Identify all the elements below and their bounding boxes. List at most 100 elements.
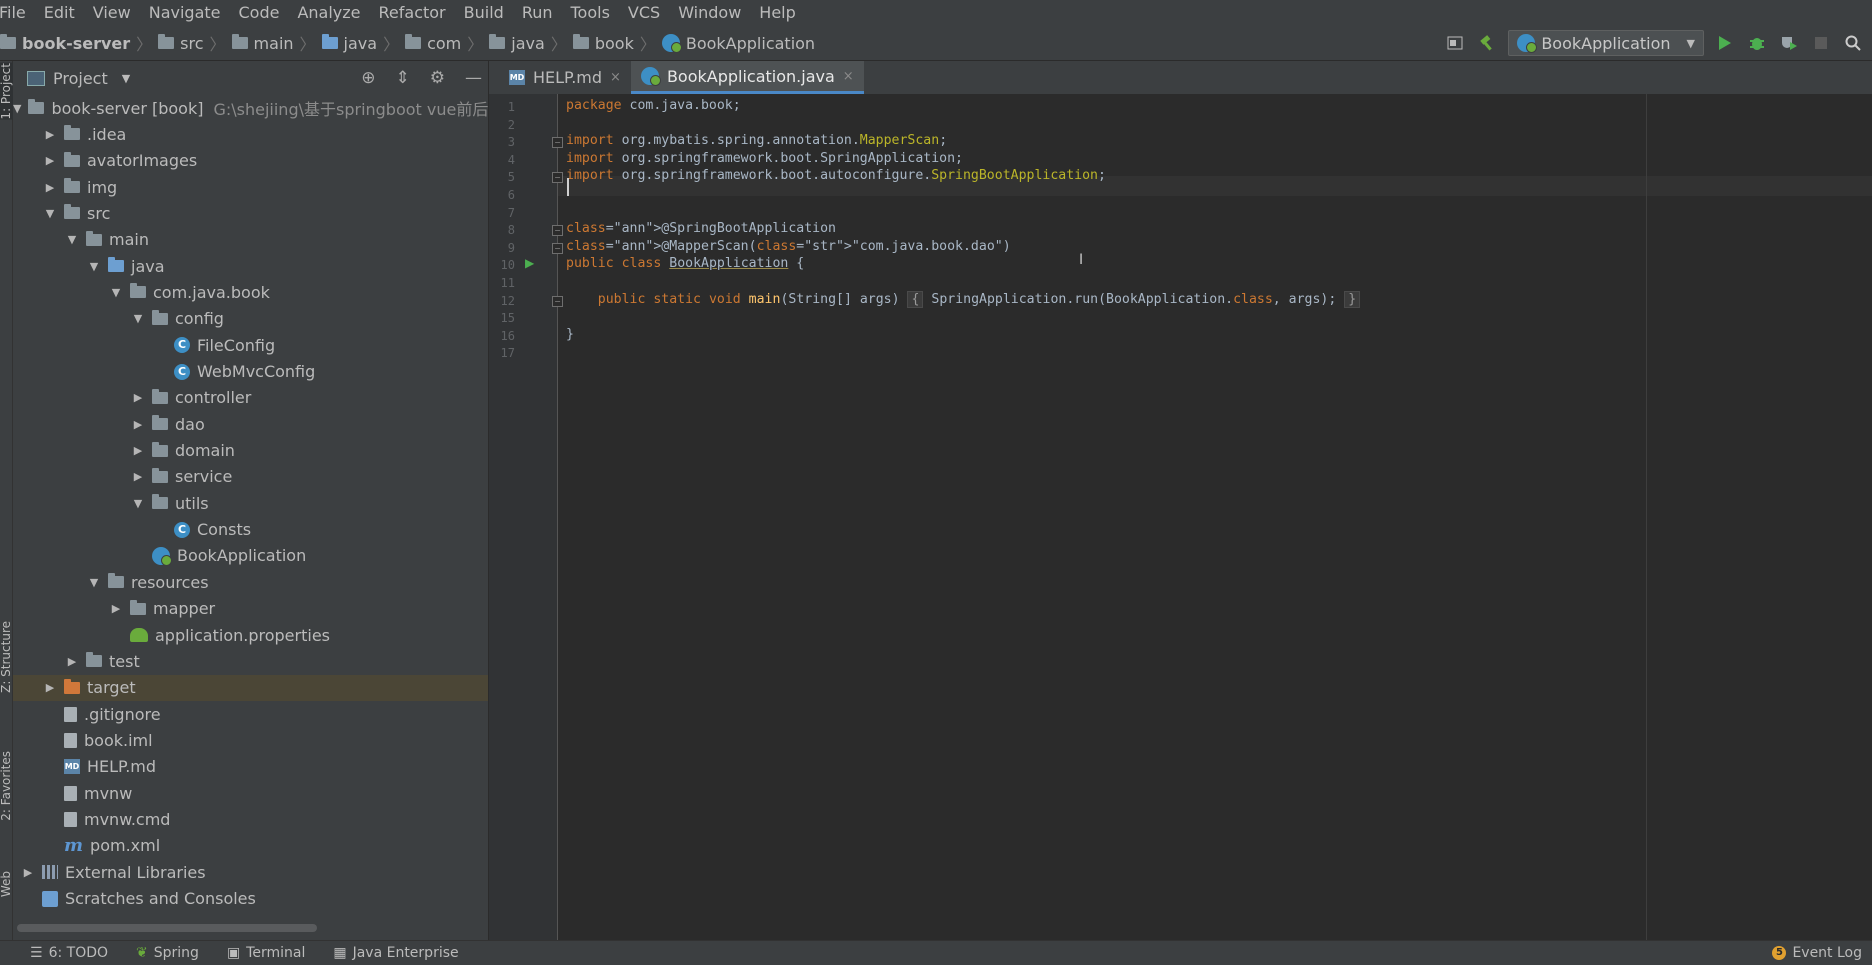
tree-node[interactable]: mvnw.cmd — [13, 806, 488, 832]
tree-node[interactable]: ▼ resources — [13, 569, 488, 595]
fold-marker-icon[interactable]: − — [552, 172, 563, 184]
breadcrumb-item[interactable]: main — [228, 34, 298, 53]
breadcrumb-item[interactable]: java — [485, 34, 549, 53]
code-line[interactable]: class="ann">@MapperScan(class="str">"com… — [566, 239, 1011, 254]
project-view-selector[interactable]: Project ▼ — [27, 69, 130, 88]
event-log-button[interactable]: 5 Event Log — [1772, 941, 1862, 965]
locate-file-icon[interactable]: ⊕ — [361, 68, 375, 88]
tree-node[interactable]: ▶ domain — [13, 438, 488, 464]
tree-node[interactable]: ▶ dao — [13, 411, 488, 437]
code-line[interactable]: import org.springframework.boot.SpringAp… — [566, 151, 963, 166]
menu-vcs[interactable]: VCS — [619, 0, 669, 26]
collapse-arrow-icon[interactable]: ▶ — [109, 602, 123, 615]
code-line[interactable]: import org.mybatis.spring.annotation.Map… — [566, 133, 947, 148]
expand-arrow-icon[interactable]: ▼ — [131, 497, 145, 510]
menu-analyze[interactable]: Analyze — [288, 0, 369, 26]
tree-node[interactable]: ▶ avatorImages — [13, 148, 488, 174]
tree-node[interactable]: ▶ service — [13, 464, 488, 490]
horizontal-scrollbar[interactable] — [17, 924, 317, 932]
expand-arrow-icon[interactable]: ▼ — [87, 260, 101, 273]
gear-icon[interactable]: ⚙ — [430, 68, 445, 88]
breadcrumb-item[interactable]: java — [318, 34, 382, 53]
tree-node[interactable]: ▶ img — [13, 174, 488, 200]
menu-window[interactable]: Window — [669, 0, 750, 26]
close-tab-icon[interactable]: × — [610, 70, 621, 85]
tree-node[interactable]: C Consts — [13, 517, 488, 543]
tree-node[interactable]: Scratches and Consoles — [13, 886, 488, 912]
expand-arrow-icon[interactable]: ▼ — [65, 233, 79, 246]
menu-tools[interactable]: Tools — [562, 0, 619, 26]
breadcrumb-item[interactable]: com — [401, 34, 465, 53]
collapse-arrow-icon[interactable]: ▶ — [43, 128, 57, 141]
tree-node[interactable]: book.iml — [13, 727, 488, 753]
editor-tab[interactable]: MD HELP.md × — [499, 61, 631, 94]
tree-node[interactable]: .gitignore — [13, 701, 488, 727]
code-line[interactable]: package com.java.book; — [566, 98, 741, 113]
breadcrumb-item[interactable]: BookApplication — [658, 34, 819, 53]
tree-node[interactable]: ▶ External Libraries — [13, 859, 488, 885]
tree-node[interactable]: ▼ src — [13, 200, 488, 226]
expand-arrow-icon[interactable]: ▼ — [131, 312, 145, 325]
code-line[interactable]: } — [566, 327, 574, 342]
tree-node[interactable]: MD HELP.md — [13, 754, 488, 780]
fold-marker-icon[interactable]: − — [552, 137, 563, 149]
menu-refactor[interactable]: Refactor — [370, 0, 455, 26]
tree-node[interactable]: C FileConfig — [13, 332, 488, 358]
tree-node[interactable]: ▼ utils — [13, 490, 488, 516]
project-tool-tab[interactable]: 1: Project — [0, 63, 13, 120]
tree-node[interactable]: ▼ com.java.book — [13, 279, 488, 305]
code-line[interactable]: public class BookApplication { — [566, 256, 804, 271]
collapse-all-icon[interactable]: ⇕ — [396, 68, 410, 88]
collapse-arrow-icon[interactable]: ▶ — [21, 866, 35, 879]
menu-build[interactable]: Build — [455, 0, 513, 26]
expand-arrow-icon[interactable]: ▼ — [13, 102, 21, 115]
menu-run[interactable]: Run — [513, 0, 562, 26]
stop-icon[interactable] — [1810, 32, 1832, 54]
tree-node[interactable]: ▼ java — [13, 253, 488, 279]
run-configuration-select[interactable]: BookApplication ▼ — [1508, 30, 1704, 56]
menu-file[interactable]: File — [0, 0, 35, 26]
run-with-coverage-icon[interactable] — [1778, 32, 1800, 54]
debug-icon[interactable] — [1746, 32, 1768, 54]
code-line[interactable]: import org.springframework.boot.autoconf… — [566, 168, 1106, 183]
collapse-arrow-icon[interactable]: ▶ — [65, 655, 79, 668]
tree-node[interactable]: application.properties — [13, 622, 488, 648]
fold-marker-icon[interactable]: − — [552, 295, 563, 307]
todo-tool-button[interactable]: ☰ 6: TODO — [0, 945, 122, 961]
fold-marker-icon[interactable]: − — [552, 242, 563, 254]
collapse-arrow-icon[interactable]: ▶ — [43, 681, 57, 694]
run-gutter-icon[interactable]: ▶ — [525, 256, 534, 270]
tree-node[interactable]: ▼ config — [13, 306, 488, 332]
breadcrumb-item[interactable]: book — [569, 34, 638, 53]
tree-node[interactable]: ▶ .idea — [13, 121, 488, 147]
expand-arrow-icon[interactable]: ▼ — [109, 286, 123, 299]
collapse-arrow-icon[interactable]: ▶ — [131, 391, 145, 404]
build-hammer-icon[interactable] — [1476, 32, 1498, 54]
code-line[interactable]: class="ann">@SpringBootApplication — [566, 221, 836, 236]
run-icon[interactable] — [1714, 32, 1736, 54]
breadcrumb-item[interactable]: book-server — [0, 34, 134, 53]
expand-arrow-icon[interactable]: ▼ — [43, 207, 57, 220]
tree-node[interactable]: ▶ mapper — [13, 596, 488, 622]
tree-node[interactable]: BookApplication — [13, 543, 488, 569]
collapse-arrow-icon[interactable]: ▶ — [131, 470, 145, 483]
java-enterprise-tool-button[interactable]: ▦ Java Enterprise — [319, 945, 472, 961]
breadcrumb-item[interactable]: src — [154, 34, 207, 53]
menu-view[interactable]: View — [84, 0, 140, 26]
tree-node[interactable]: m pom.xml — [13, 833, 488, 859]
menu-edit[interactable]: Edit — [35, 0, 84, 26]
tree-node[interactable]: ▶ controller — [13, 385, 488, 411]
close-tab-icon[interactable]: × — [843, 69, 854, 84]
tree-node[interactable]: ▼ main — [13, 227, 488, 253]
project-structure-icon[interactable] — [1444, 32, 1466, 54]
collapse-arrow-icon[interactable]: ▶ — [131, 444, 145, 457]
favorites-tool-tab[interactable]: 2: Favorites — [0, 751, 13, 821]
menu-help[interactable]: Help — [750, 0, 804, 26]
search-icon[interactable] — [1842, 32, 1864, 54]
structure-tool-tab[interactable]: Z: Structure — [0, 621, 13, 693]
terminal-tool-button[interactable]: ▣ Terminal — [213, 945, 319, 961]
expand-arrow-icon[interactable]: ▼ — [87, 576, 101, 589]
collapse-arrow-icon[interactable]: ▶ — [43, 154, 57, 167]
tree-node[interactable]: ▼ book-server [book] G:\shejiing\基于springb… — [13, 95, 488, 121]
tree-node[interactable]: ▶ test — [13, 648, 488, 674]
